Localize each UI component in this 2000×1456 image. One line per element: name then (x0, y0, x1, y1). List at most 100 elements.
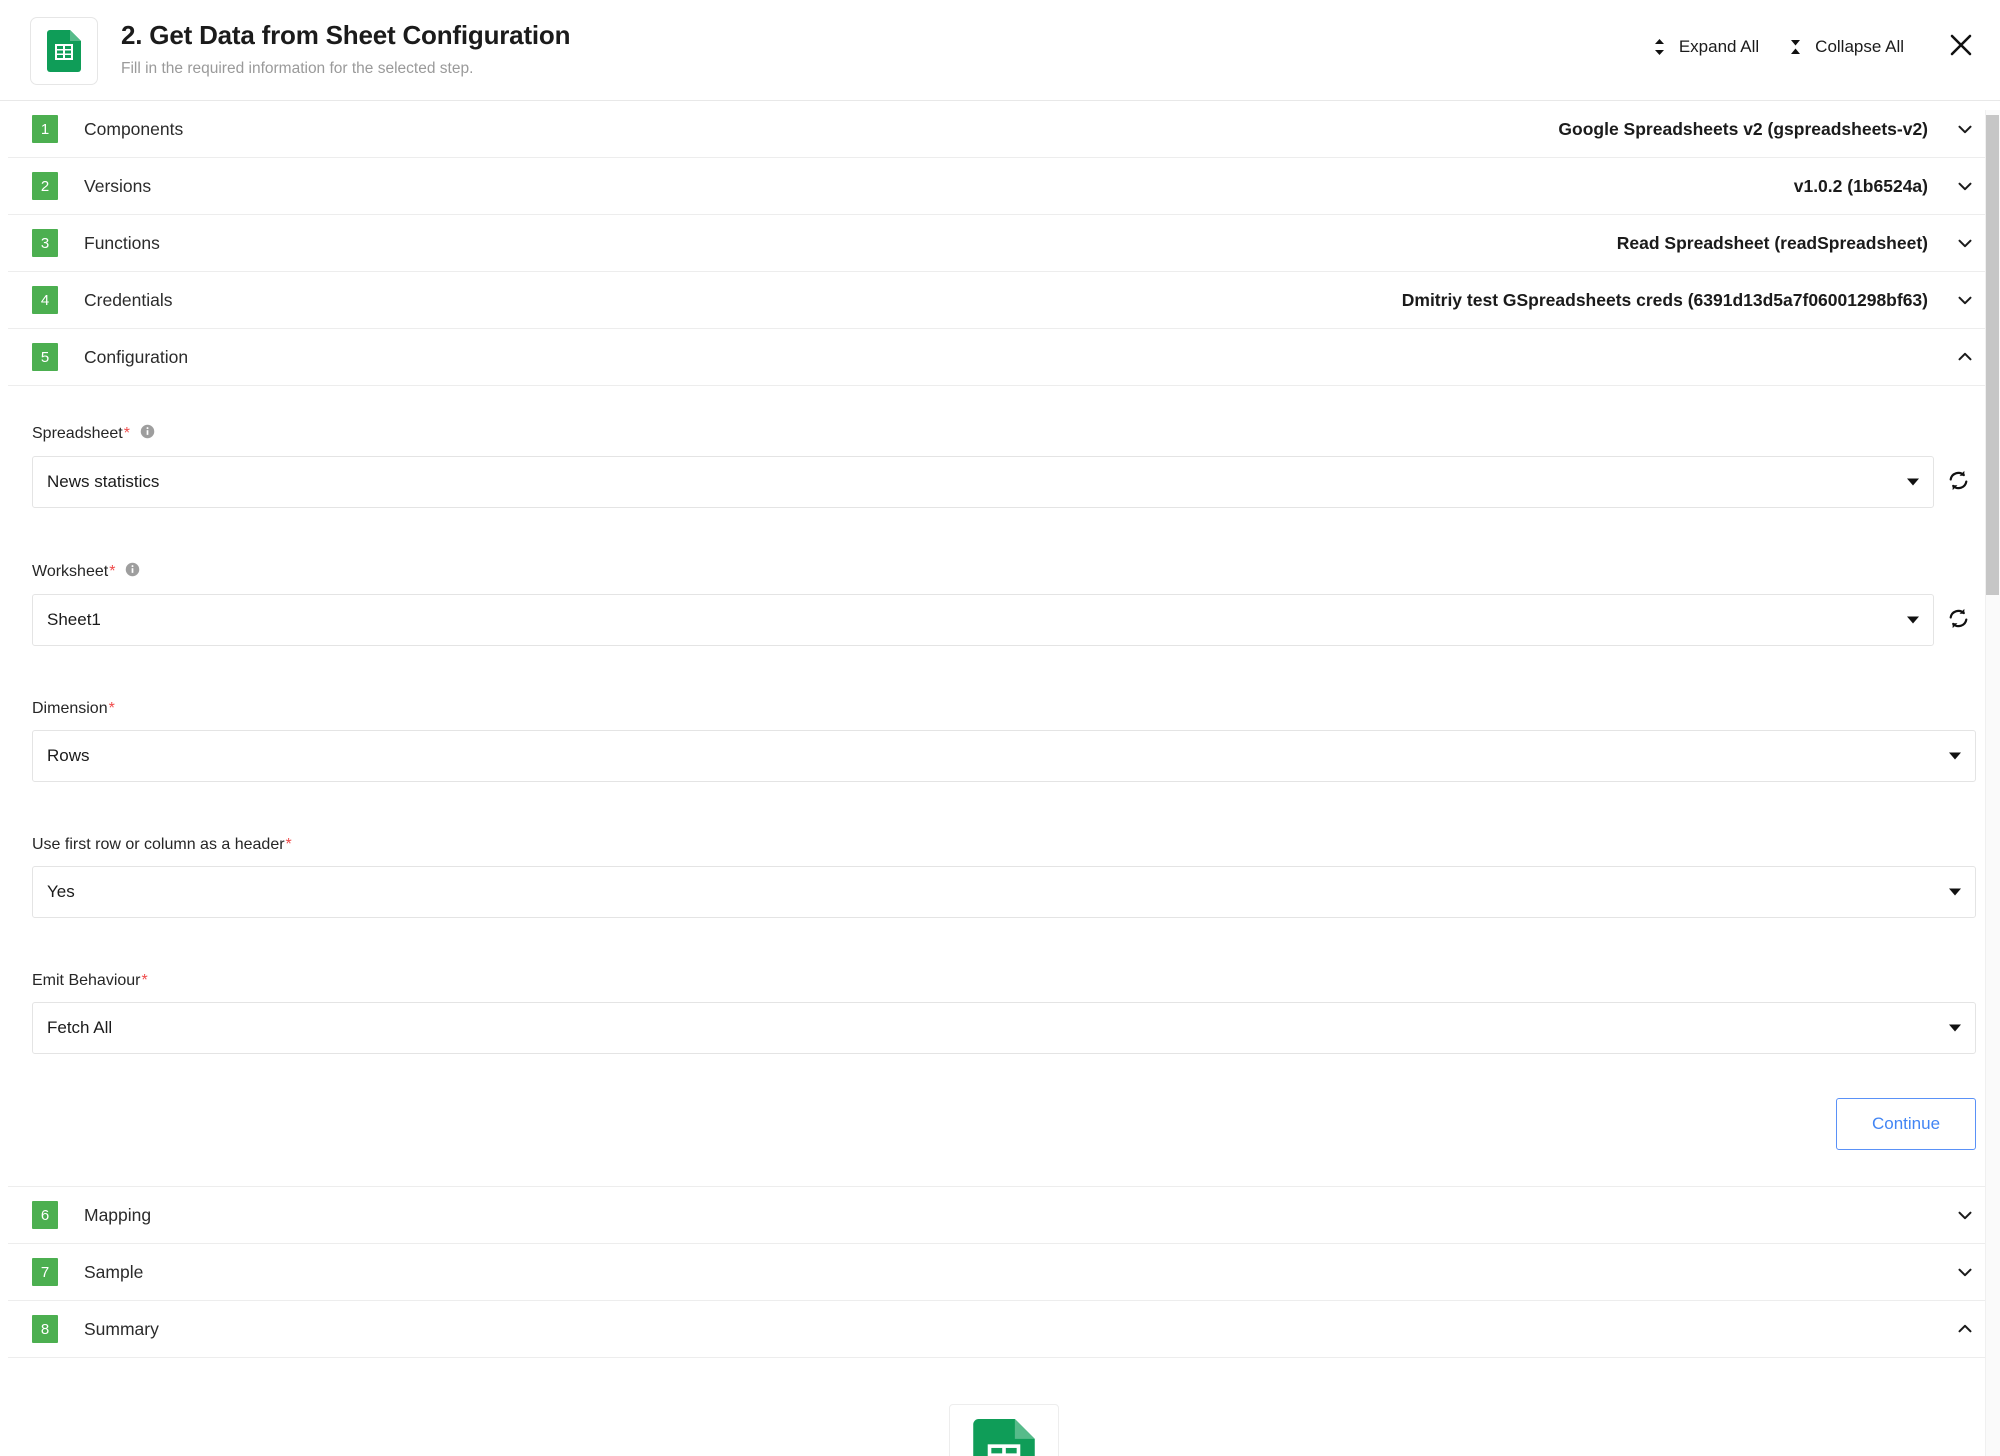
scrollbar-thumb[interactable] (1986, 115, 1999, 595)
expand-chevrons-icon (1651, 37, 1668, 57)
spreadsheet-select[interactable]: News statistics (32, 456, 1934, 508)
select-wrap: Yes (32, 866, 1976, 918)
accordion-label: Versions (84, 175, 152, 196)
refresh-icon (1946, 606, 1971, 634)
dimension-select[interactable]: Rows (32, 730, 1976, 782)
summary-panel (8, 1358, 2000, 1456)
accordion-label: Credentials (84, 289, 173, 310)
close-button[interactable] (1946, 30, 1976, 63)
accordion-row-summary[interactable]: 8 Summary (8, 1301, 2000, 1358)
accordion-label: Functions (84, 232, 160, 253)
emit-behaviour-select[interactable]: Fetch All (32, 1002, 1976, 1054)
accordion-value: Google Spreadsheets v2 (gspreadsheets-v2… (1558, 118, 1928, 139)
chevron-up-icon (1954, 1318, 1976, 1340)
chevron-down-icon (1954, 1261, 1976, 1283)
chevron-down-icon (1954, 1204, 1976, 1226)
accordion-label: Summary (84, 1318, 159, 1339)
accordion-label: Sample (84, 1261, 144, 1282)
select-wrap: Rows (32, 730, 1976, 782)
chevron-down-icon (1954, 289, 1976, 311)
worksheet-select[interactable]: Sheet1 (32, 594, 1934, 646)
continue-button[interactable]: Continue (1836, 1098, 1976, 1150)
spreadsheet-value: News statistics (47, 472, 160, 491)
accordion-value: Dmitriy test GSpreadsheets creds (6391d1… (1401, 289, 1928, 310)
field-spreadsheet: Spreadsheet * News statistics (32, 424, 1976, 508)
accordion-label: Configuration (84, 346, 189, 367)
field-use-first-row-as-header: Use first row or column as a header * Ye… (32, 836, 1976, 918)
summary-app-icon-box (949, 1404, 1059, 1456)
continue-row: Continue (32, 1062, 1976, 1186)
required-asterisk: * (109, 563, 116, 580)
header-app-icon-box (30, 17, 98, 85)
accordion-label: Components (84, 118, 184, 139)
step-badge: 6 (32, 1201, 58, 1229)
accordion-row-credentials[interactable]: 4 Credentials Dmitriy test GSpreadsheets… (8, 272, 2000, 329)
step-badge: 5 (32, 343, 58, 371)
field-dimension: Dimension * Rows (32, 700, 1976, 782)
field-label: Use first row or column as a header * (32, 836, 1976, 854)
step-badge: 2 (32, 172, 58, 200)
accordion-list: 1 Components Google Spreadsheets v2 (gsp… (0, 101, 2000, 1456)
collapse-all-button[interactable]: Collapse All (1773, 33, 1918, 61)
refresh-worksheet-button[interactable] (1940, 602, 1976, 638)
select-wrap: Fetch All (32, 1002, 1976, 1054)
worksheet-value: Sheet1 (47, 610, 101, 629)
field-label: Spreadsheet * (32, 424, 1976, 444)
refresh-icon (1946, 468, 1971, 496)
dialog-header: 2. Get Data from Sheet Configuration Fil… (0, 0, 2000, 101)
configuration-panel: Spreadsheet * News statistics Worksheet … (8, 386, 2000, 1187)
dimension-value: Rows (47, 746, 90, 765)
accordion-row-configuration[interactable]: 5 Configuration (8, 329, 2000, 386)
emit-behaviour-value: Fetch All (47, 1018, 113, 1037)
field-label-text: Emit Behaviour (32, 972, 141, 989)
accordion-value: v1.0.2 (1b6524a) (1793, 175, 1928, 196)
select-wrap: Sheet1 (32, 594, 1976, 646)
field-label: Emit Behaviour * (32, 972, 1976, 990)
accordion-row-components[interactable]: 1 Components Google Spreadsheets v2 (gsp… (8, 101, 2000, 158)
close-icon (1948, 32, 1974, 61)
step-badge: 7 (32, 1258, 58, 1286)
collapse-chevrons-icon (1787, 37, 1804, 57)
configuration-dialog: 2. Get Data from Sheet Configuration Fil… (0, 0, 2000, 1456)
page-subtitle: Fill in the required information for the… (121, 59, 474, 77)
vertical-scrollbar[interactable] (1985, 110, 2000, 1456)
use-header-value: Yes (47, 882, 75, 901)
accordion-row-versions[interactable]: 2 Versions v1.0.2 (1b6524a) (8, 158, 2000, 215)
chevron-down-icon (1907, 478, 1919, 486)
info-icon[interactable] (125, 562, 140, 582)
field-worksheet: Worksheet * Sheet1 (32, 562, 1976, 646)
accordion-row-mapping[interactable]: 6 Mapping (8, 1187, 2000, 1244)
chevron-down-icon (1954, 118, 1976, 140)
field-label-text: Use first row or column as a header (32, 836, 285, 853)
field-emit-behaviour: Emit Behaviour * Fetch All (32, 972, 1976, 1054)
collapse-all-label: Collapse All (1815, 36, 1904, 56)
header-actions: Expand All Collapse All (1637, 30, 1976, 63)
accordion-row-sample[interactable]: 7 Sample (8, 1244, 2000, 1301)
required-asterisk: * (108, 700, 115, 717)
step-badge: 8 (32, 1315, 58, 1343)
field-label: Dimension * (32, 700, 1976, 718)
required-asterisk: * (123, 425, 130, 442)
google-sheets-icon (47, 30, 81, 72)
chevron-down-icon (1954, 232, 1976, 254)
google-sheets-icon (973, 1418, 1035, 1456)
field-label-text: Spreadsheet (32, 425, 123, 442)
step-badge: 4 (32, 286, 58, 314)
accordion-row-functions[interactable]: 3 Functions Read Spreadsheet (readSpread… (8, 215, 2000, 272)
field-label-text: Dimension (32, 700, 108, 717)
expand-all-button[interactable]: Expand All (1637, 33, 1773, 61)
select-wrap: News statistics (32, 456, 1976, 508)
required-asterisk: * (285, 836, 292, 853)
chevron-up-icon (1954, 346, 1976, 368)
refresh-spreadsheet-button[interactable] (1940, 464, 1976, 500)
chevron-down-icon (1954, 175, 1976, 197)
use-header-select[interactable]: Yes (32, 866, 1976, 918)
step-badge: 1 (32, 115, 58, 143)
info-icon[interactable] (140, 424, 155, 444)
expand-all-label: Expand All (1678, 36, 1760, 56)
accordion-label: Mapping (84, 1204, 152, 1225)
header-text-block: 2. Get Data from Sheet Configuration Fil… (121, 17, 570, 78)
accordion-value: Read Spreadsheet (readSpreadsheet) (1616, 232, 1928, 253)
chevron-down-icon (1907, 616, 1919, 624)
field-label-text: Worksheet (32, 563, 109, 580)
